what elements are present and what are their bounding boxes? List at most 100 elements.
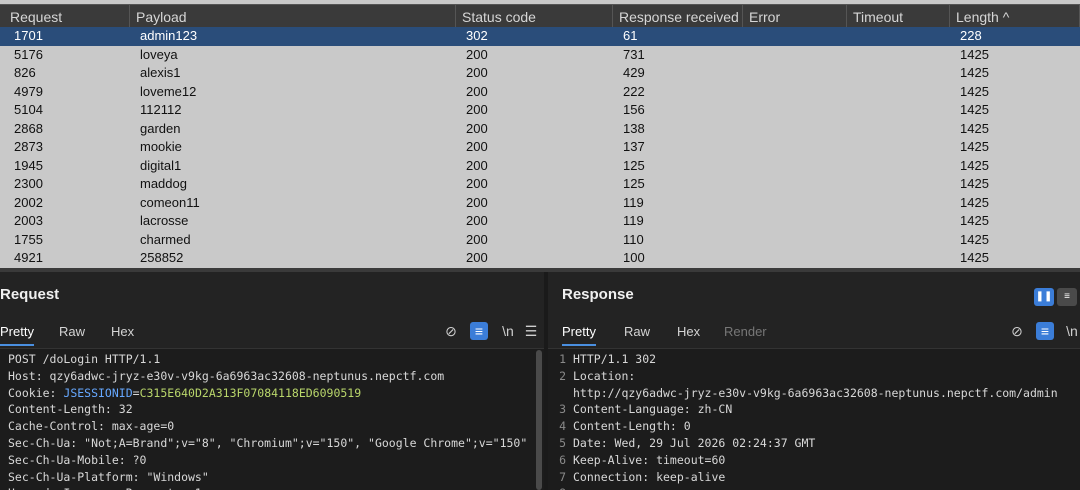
table-cell — [849, 83, 857, 102]
table-cell — [849, 27, 857, 46]
table-row[interactable]: 4979 loveme12 200 222 1425 — [0, 83, 1080, 102]
table-cell: 228 — [960, 28, 982, 43]
tab-raw[interactable]: Raw — [624, 322, 650, 344]
eye-slash-icon[interactable]: ⊘ — [442, 322, 460, 340]
request-line: Sec-Ch-Ua-Mobile: ?0 — [8, 452, 147, 467]
table-cell: 1945 — [14, 157, 43, 173]
tab-hex[interactable]: Hex — [677, 322, 700, 344]
table-cell: 119 — [623, 194, 644, 210]
request-line: Content-Length: 32 — [8, 402, 133, 417]
table-row[interactable]: 1755 charmed 200 110 1425 — [0, 231, 1080, 250]
table-cell: 5104 — [14, 102, 43, 117]
table-cell: 119 — [623, 213, 644, 228]
table-cell — [849, 249, 857, 268]
layout-toggle-icon[interactable]: ❚❚ ≡ — [1034, 288, 1080, 306]
request-scrollbar[interactable] — [536, 350, 542, 490]
line-number: 8 — [548, 485, 566, 490]
response-editor[interactable]: 1 HTTP/1.1 302 2 Location: http://qzy6adwc-j… — [548, 348, 1080, 490]
table-cell: 138 — [623, 120, 645, 136]
table-cell: 200 — [466, 176, 488, 191]
column-header[interactable]: Response received — [613, 5, 743, 29]
table-cell: 200 — [466, 46, 488, 62]
wrap-icon[interactable]: ≡ — [1036, 322, 1054, 340]
header-key: Cookie: — [8, 385, 64, 400]
response-line: 7 Connection: keep-alive — [548, 469, 1080, 486]
response-line: http://qzy6adwc-jryz-e30v-v9kg-6a6963ac3… — [548, 385, 1080, 402]
split-view-icon[interactable]: ❚❚ — [1034, 288, 1054, 306]
table-row[interactable]: 2002 comeon11 200 119 1425 — [0, 194, 1080, 213]
tab-pretty[interactable]: Pretty — [562, 322, 596, 346]
tab-raw[interactable]: Raw — [59, 322, 85, 344]
request-line: POST /doLogin HTTP/1.1 — [8, 352, 161, 366]
table-cell: 156 — [623, 102, 645, 117]
response-line: 3 Content-Language: zh-CN — [548, 401, 1080, 418]
table-cell — [745, 120, 753, 139]
request-line: Sec-Ch-Ua-Platform: "Windows" — [8, 469, 209, 484]
table-cell: 1425 — [960, 46, 989, 62]
eye-slash-icon[interactable]: ⊘ — [1008, 322, 1026, 340]
newline-toggle[interactable]: \n — [1062, 322, 1080, 340]
column-header[interactable]: Request — [4, 5, 130, 29]
table-cell: 200 — [466, 120, 488, 136]
tab-pretty[interactable]: Pretty — [0, 322, 34, 346]
response-line: 6 Keep-Alive: timeout=60 — [548, 452, 1080, 469]
table-cell: 2300 — [14, 176, 43, 191]
line-text: Location: — [573, 368, 636, 383]
table-cell — [745, 157, 753, 176]
stack-view-icon[interactable]: ≡ — [1057, 288, 1077, 306]
table-cell: 4921 — [14, 250, 43, 265]
table-cell: 200 — [466, 231, 488, 247]
table-cell: 1425 — [960, 83, 989, 99]
response-line: 8 — [548, 485, 1080, 490]
table-cell: 2868 — [14, 120, 43, 136]
table-cell — [745, 212, 753, 231]
menu-icon[interactable]: ☰ — [524, 322, 538, 340]
newline-toggle[interactable]: \n — [498, 322, 518, 340]
table-row[interactable]: 5104 112112 200 156 1425 — [0, 101, 1080, 120]
column-header[interactable]: Status code — [456, 5, 613, 29]
wrap-icon[interactable]: ≡ — [470, 322, 488, 340]
line-number: 6 — [559, 452, 566, 467]
column-header[interactable]: Payload — [130, 5, 456, 29]
table-cell — [849, 46, 857, 65]
request-editor[interactable]: POST /doLogin HTTP/1.1 Host: qzy6adwc-jry… — [0, 348, 544, 490]
table-cell — [849, 212, 857, 231]
line-text: Connection: keep-alive — [573, 469, 726, 484]
table-row[interactable]: 2300 maddog 200 125 1425 — [0, 175, 1080, 194]
table-row[interactable]: 826 alexis1 200 429 1425 — [0, 64, 1080, 83]
request-panel: Request Pretty Raw Hex ⊘ ≡ \n ☰ POST /do… — [0, 272, 544, 490]
table-cell — [849, 194, 857, 213]
line-text: Keep-Alive: timeout=60 — [573, 452, 726, 467]
table-cell: 200 — [466, 213, 488, 228]
request-line: Upgrade-Insecure-Requests: 1 — [8, 485, 544, 490]
response-line: 2 Location: — [548, 368, 1080, 385]
table-row[interactable]: 4921 258852 200 100 1425 — [0, 249, 1080, 268]
table-cell — [849, 175, 857, 194]
tab-render[interactable]: Render — [724, 322, 767, 344]
column-header[interactable]: Length ^ — [950, 5, 1080, 29]
table-row[interactable]: 2873 mookie 200 137 1425 — [0, 138, 1080, 157]
table-cell: charmed — [140, 231, 191, 247]
table-row[interactable]: 5176 loveya 200 731 1425 — [0, 46, 1080, 65]
column-header[interactable]: Error — [743, 5, 847, 29]
table-cell — [849, 231, 857, 250]
column-header[interactable]: Timeout — [847, 5, 950, 29]
line-number: 2 — [559, 368, 566, 383]
table-row[interactable]: 2868 garden 200 138 1425 — [0, 120, 1080, 139]
table-cell — [745, 175, 753, 194]
line-number: 5 — [559, 436, 566, 450]
table-cell: 1425 — [960, 194, 989, 210]
table-cell: lacrosse — [140, 213, 189, 228]
request-line: Cache-Control: max-age=0 — [8, 419, 175, 434]
table-cell: 125 — [623, 176, 645, 191]
tab-hex[interactable]: Hex — [111, 322, 134, 344]
table-cell: 1425 — [960, 139, 989, 154]
table-cell: 429 — [623, 65, 645, 80]
table-row[interactable]: 1945 digital1 200 125 1425 — [0, 157, 1080, 176]
line-number: 3 — [559, 402, 566, 417]
table-row[interactable]: 2003 lacrosse 200 119 1425 — [0, 212, 1080, 231]
table-row[interactable]: 1701 admin123 302 61 228 — [0, 27, 1080, 46]
table-cell: 110 — [623, 231, 644, 247]
table-cell: 2002 — [14, 194, 43, 210]
line-text: HTTP/1.1 302 — [573, 352, 657, 366]
